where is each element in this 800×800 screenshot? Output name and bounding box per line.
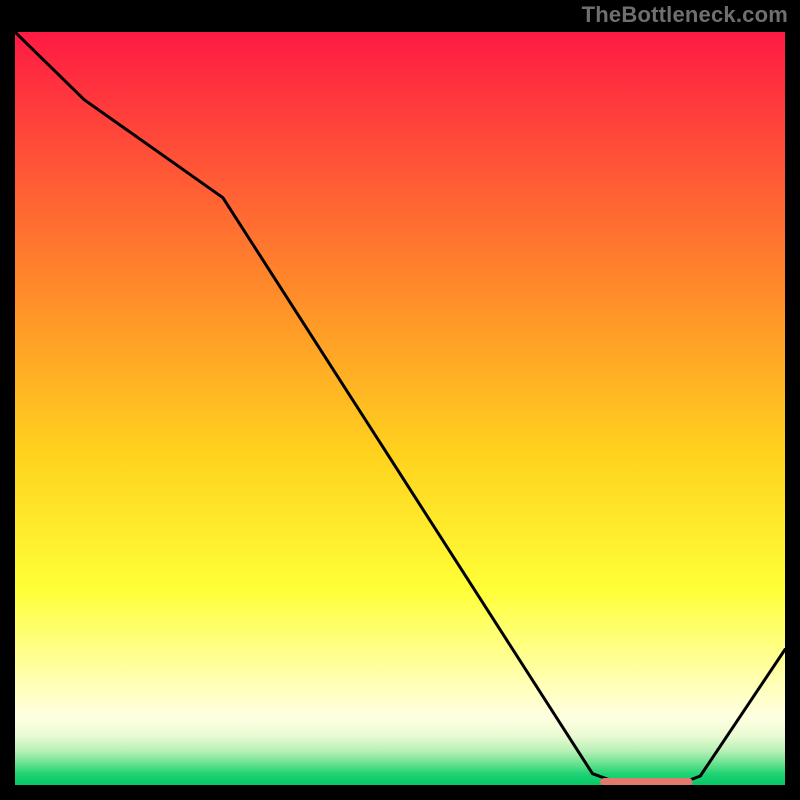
chart-plot [15,32,785,785]
watermark-text: TheBottleneck.com [582,2,788,28]
chart-container: TheBottleneck.com [0,0,800,800]
optimal-marker [600,778,692,785]
chart-background [15,32,785,785]
